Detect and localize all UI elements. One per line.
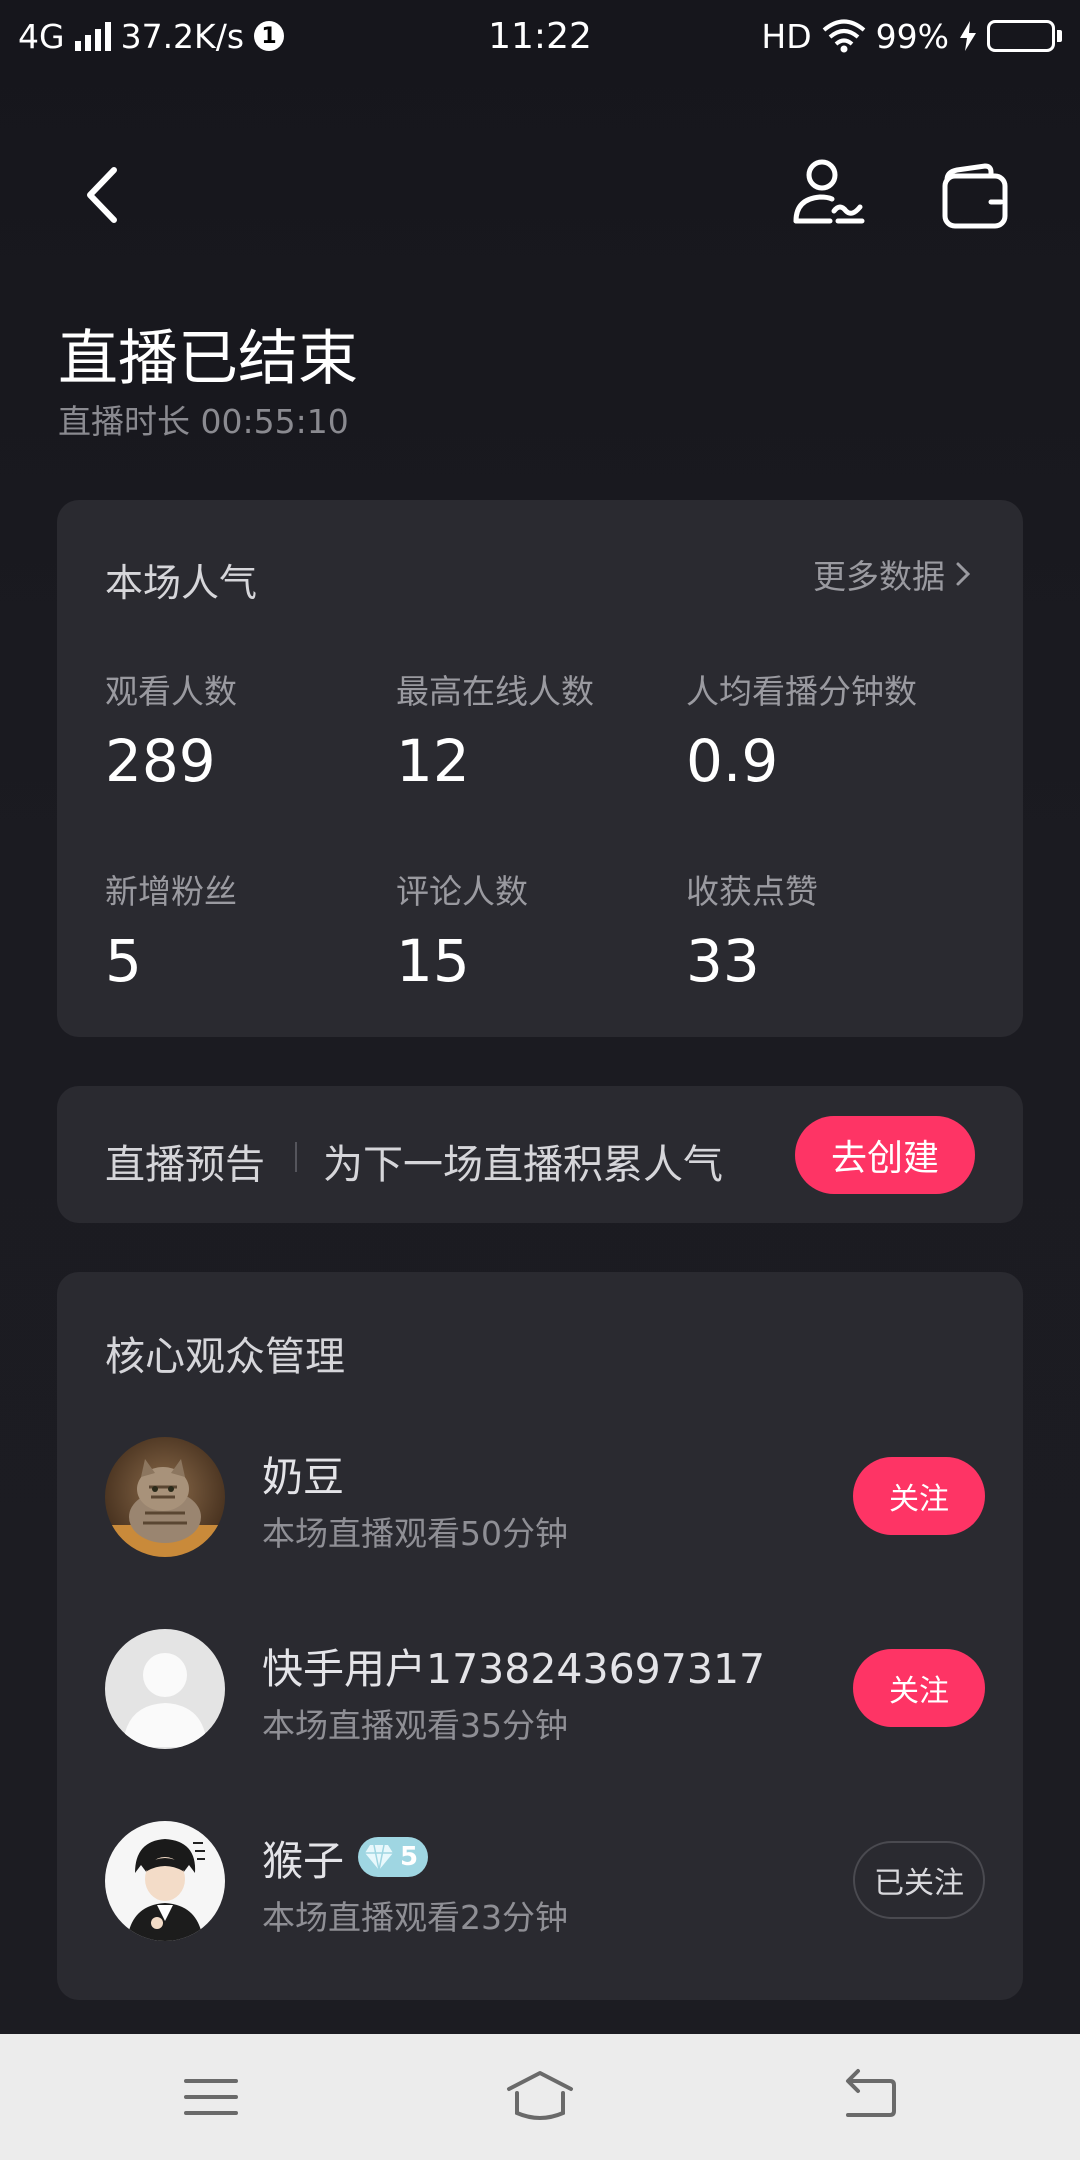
stat-value: 15 — [396, 927, 470, 995]
stat-label: 观看人数 — [105, 672, 237, 711]
more-data-label: 更多数据 — [813, 557, 945, 596]
notification-count-icon: 1 — [254, 21, 285, 51]
avatar[interactable] — [105, 1629, 225, 1749]
page-title: 直播已结束 — [58, 324, 358, 394]
avatar[interactable] — [105, 1821, 225, 1941]
viewer-watch-time: 本场直播观看23分钟 — [262, 1898, 568, 1937]
stat-peak-online: 最高在线人数 12 — [396, 665, 686, 795]
network-type: 4G — [18, 16, 65, 56]
back-button[interactable] — [70, 160, 140, 230]
stat-avg-minutes: 人均看播分钟数 0.9 — [686, 665, 976, 795]
battery-percent: 99% — [875, 16, 949, 56]
chevron-left-icon — [87, 167, 117, 223]
viewer-watch-time: 本场直播观看50分钟 — [262, 1514, 568, 1553]
live-preview-card: 直播预告 为下一场直播积累人气 去创建 — [57, 1086, 1023, 1223]
divider — [295, 1142, 297, 1172]
viewer-watch-time: 本场直播观看35分钟 — [262, 1706, 568, 1745]
preview-title: 直播预告 — [105, 1142, 265, 1188]
follow-button[interactable]: 关注 — [853, 1457, 985, 1535]
network-speed: 37.2K/s — [120, 16, 245, 56]
user-check-icon — [793, 159, 865, 224]
menu-button[interactable] — [176, 2067, 246, 2127]
wallet-icon — [942, 163, 1008, 229]
viewer-name: 猴子 5 — [262, 1827, 429, 1887]
diamond-icon — [365, 1844, 393, 1871]
return-icon — [846, 2069, 896, 2117]
home-button[interactable] — [505, 2067, 575, 2127]
stat-label: 评论人数 — [396, 872, 528, 911]
status-left: 4G 37.2K/s 1 — [18, 17, 418, 56]
home-icon — [507, 2071, 573, 2120]
stats-title: 本场人气 — [105, 561, 258, 605]
preview-description: 为下一场直播积累人气 — [323, 1142, 723, 1188]
wifi-icon — [822, 19, 865, 53]
avatar[interactable] — [105, 1437, 225, 1557]
viewer-row[interactable]: 快手用户1738243697317 本场直播观看35分钟 关注 — [105, 1629, 985, 1749]
stat-label: 人均看播分钟数 — [686, 672, 917, 711]
more-data-link[interactable]: 更多数据 — [813, 550, 971, 598]
status-bar: 4G 37.2K/s 1 11:22 HD 99% — [0, 0, 1080, 72]
stat-value: 5 — [105, 927, 142, 995]
stat-likes: 收获点赞 33 — [686, 865, 976, 995]
chevron-right-icon — [956, 562, 971, 586]
top-nav — [0, 140, 1080, 250]
back-nav-button[interactable] — [834, 2067, 904, 2127]
battery-icon — [987, 20, 1062, 52]
viewer-name-text: 快手用户1738243697317 — [262, 1645, 766, 1693]
stat-value: 0.9 — [686, 727, 779, 795]
popularity-stats-card: 本场人气 更多数据 观看人数 289 最高在线人数 12 人均看播分钟数 0.9… — [57, 500, 1023, 1037]
system-nav-bar — [0, 2034, 1080, 2160]
anime-avatar-image — [105, 1821, 225, 1941]
stat-label: 最高在线人数 — [396, 672, 594, 711]
status-right: HD 99% — [662, 17, 1062, 56]
stat-viewers: 观看人数 289 — [105, 665, 395, 795]
charging-icon — [960, 21, 976, 51]
stat-commenters: 评论人数 15 — [396, 865, 686, 995]
default-user-avatar-icon — [105, 1629, 225, 1749]
stat-value: 33 — [686, 927, 760, 995]
follow-button[interactable]: 关注 — [853, 1649, 985, 1727]
stat-value: 12 — [396, 727, 470, 795]
viewer-row[interactable]: 奶豆 本场直播观看50分钟 关注 — [105, 1437, 985, 1557]
cat-avatar-image — [105, 1437, 225, 1557]
audience-profile-button[interactable] — [790, 155, 870, 235]
menu-icon — [184, 2079, 238, 2115]
stat-value: 289 — [105, 727, 216, 795]
following-button[interactable]: 已关注 — [853, 1841, 985, 1919]
viewer-name-text: 奶豆 — [262, 1453, 344, 1501]
wallet-button[interactable] — [935, 158, 1015, 238]
viewer-name-text: 猴子 — [262, 1837, 344, 1885]
live-duration: 直播时长 00:55:10 — [58, 402, 349, 441]
stat-new-fans: 新增粉丝 5 — [105, 865, 395, 995]
stat-label: 收获点赞 — [686, 872, 818, 911]
level-badge: 5 — [358, 1837, 429, 1877]
signal-icon — [74, 21, 111, 51]
hd-label: HD — [761, 16, 812, 56]
core-audience-card: 核心观众管理 奶豆 本场直播观看50分钟 关注 快手用户173824369731… — [57, 1272, 1023, 2000]
viewer-name: 快手用户1738243697317 — [262, 1635, 765, 1695]
create-preview-button[interactable]: 去创建 — [795, 1116, 975, 1194]
viewer-name: 奶豆 — [262, 1443, 344, 1503]
stat-label: 新增粉丝 — [105, 872, 237, 911]
viewer-row[interactable]: 猴子 5 本场直播观看23分钟 已关注 — [105, 1821, 985, 1941]
clock: 11:22 — [488, 15, 592, 57]
badge-level: 5 — [400, 1842, 419, 1872]
audience-title: 核心观众管理 — [105, 1334, 345, 1380]
